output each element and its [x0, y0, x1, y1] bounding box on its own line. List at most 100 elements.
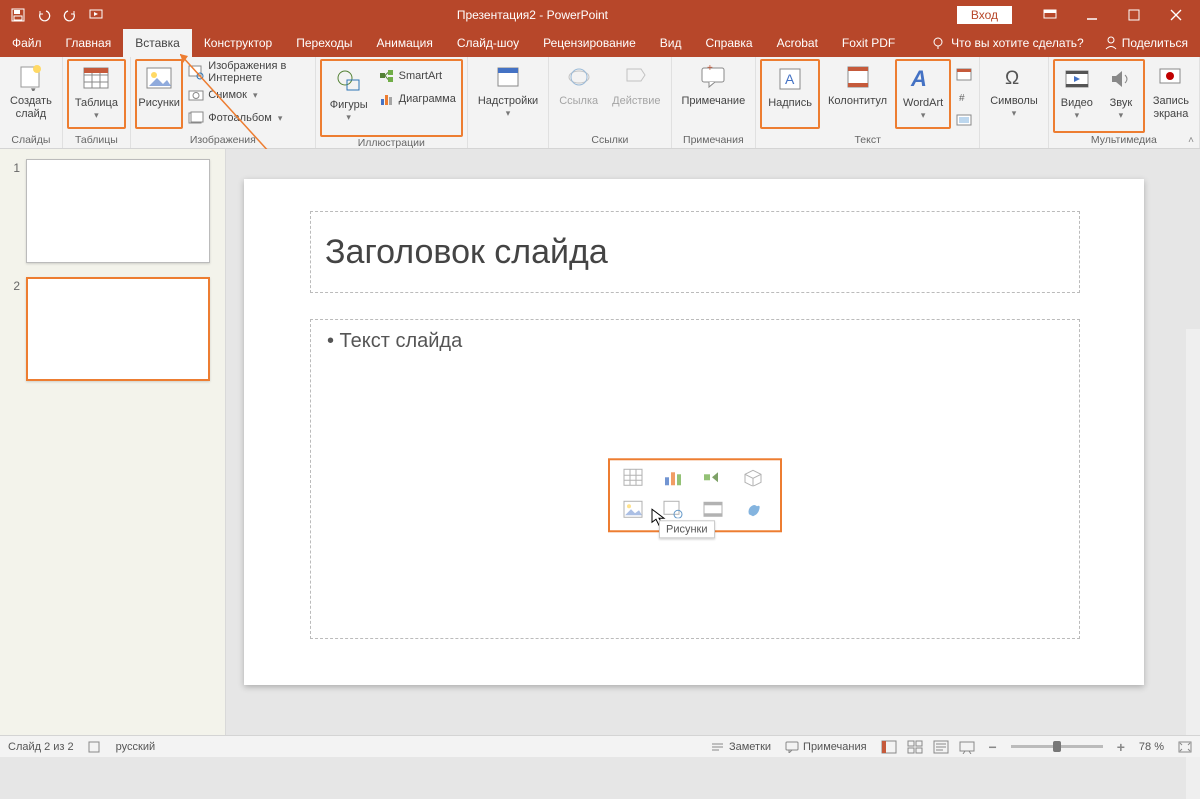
tab-home[interactable]: Главная — [54, 29, 124, 57]
tab-file[interactable]: Файл — [0, 29, 54, 57]
tab-slideshow[interactable]: Слайд-шоу — [445, 29, 531, 57]
group-images-label: Изображения — [135, 134, 311, 147]
tab-review[interactable]: Рецензирование — [531, 29, 648, 57]
date-button[interactable] — [953, 63, 975, 85]
camera-icon — [188, 87, 204, 103]
insert-icon-icon[interactable] — [740, 498, 766, 520]
wordart-button[interactable]: A WordArt ▾ — [895, 59, 951, 129]
online-picture-icon — [188, 64, 204, 80]
slide-thumbnails-panel: 1 2 — [0, 149, 226, 735]
slide-thumbnail-2[interactable] — [26, 277, 210, 381]
wordart-icon: A — [907, 63, 939, 95]
video-button[interactable]: Видео ▾ — [1055, 61, 1099, 131]
tab-insert[interactable]: Вставка — [123, 29, 192, 57]
zoom-level[interactable]: 78 % — [1139, 741, 1164, 753]
vertical-scrollbar[interactable] — [1186, 329, 1200, 799]
ribbon-display-icon[interactable] — [1030, 1, 1070, 29]
svg-text:#: # — [959, 93, 965, 104]
insert-table-icon[interactable] — [620, 466, 646, 488]
redo-icon[interactable] — [58, 3, 82, 27]
photo-album-button[interactable]: Фотоальбом▾ — [185, 107, 310, 129]
title-placeholder[interactable]: Заголовок слайда — [310, 211, 1080, 293]
svg-text:A: A — [785, 71, 795, 87]
thumb-number: 2 — [6, 277, 20, 381]
shapes-button[interactable]: Фигуры ▾ — [324, 63, 374, 133]
insert-video-icon[interactable] — [700, 498, 726, 520]
tab-help[interactable]: Справка — [693, 29, 764, 57]
zoom-out-button[interactable]: − — [989, 739, 997, 755]
sorter-view-icon[interactable] — [907, 740, 923, 754]
addins-button[interactable]: Надстройки ▾ — [472, 59, 544, 129]
speaker-icon — [1105, 63, 1137, 95]
svg-text:Ω: Ω — [1005, 68, 1019, 89]
textbox-button[interactable]: A Надпись — [760, 59, 820, 129]
insert-picture-icon[interactable] — [620, 498, 646, 520]
symbols-button[interactable]: Ω Символы ▾ — [984, 59, 1044, 129]
insert-smartart-icon[interactable] — [700, 466, 726, 488]
tab-design[interactable]: Конструктор — [192, 29, 284, 57]
screen-recording-button[interactable]: Запись экрана — [1147, 59, 1195, 129]
new-slide-icon: ▾ — [15, 61, 47, 93]
tellme-search[interactable]: Что вы хотите сделать? — [931, 36, 1084, 50]
comment-small-icon — [785, 741, 799, 753]
link-button: Ссылка — [553, 59, 604, 129]
thumb-number: 1 — [6, 159, 20, 263]
headerfooter-icon — [842, 61, 874, 93]
content-placeholder-palette: Рисунки — [608, 458, 782, 532]
comment-button[interactable]: + Примечание — [676, 59, 752, 129]
video-icon — [1061, 63, 1093, 95]
zoom-slider[interactable] — [1011, 745, 1103, 748]
normal-view-icon[interactable] — [881, 740, 897, 754]
group-comments-label: Примечания — [676, 134, 752, 147]
tab-transitions[interactable]: Переходы — [284, 29, 364, 57]
online-pictures-button[interactable]: Изображения в Интернете — [185, 61, 310, 83]
tab-foxit[interactable]: Foxit PDF — [830, 29, 907, 57]
link-icon — [563, 61, 595, 93]
body-placeholder[interactable]: • Текст слайда Рисунки — [310, 319, 1080, 639]
group-text-label: Текст — [760, 134, 975, 147]
signin-button[interactable]: Вход — [957, 6, 1012, 24]
minimize-icon[interactable] — [1072, 1, 1112, 29]
zoom-in-button[interactable]: + — [1117, 739, 1125, 755]
object-button[interactable] — [953, 109, 975, 131]
spellcheck-icon[interactable] — [88, 741, 102, 753]
smartart-button[interactable]: SmartArt — [376, 65, 459, 87]
comments-button[interactable]: Примечания — [785, 741, 867, 753]
action-button: Действие — [606, 59, 666, 129]
tab-view[interactable]: Вид — [648, 29, 694, 57]
shapes-icon — [333, 65, 365, 97]
chart-button[interactable]: Диаграмма — [376, 88, 459, 110]
close-icon[interactable] — [1156, 1, 1196, 29]
screenshot-button[interactable]: Снимок▾ — [185, 84, 310, 106]
table-button[interactable]: Таблица ▾ — [67, 59, 126, 129]
undo-icon[interactable] — [32, 3, 56, 27]
share-button[interactable]: Поделиться — [1104, 36, 1188, 50]
startshow-icon[interactable] — [84, 3, 108, 27]
language-indicator[interactable]: русский — [116, 741, 155, 753]
person-icon — [1104, 36, 1118, 50]
new-slide-button[interactable]: ▾ Создать слайд — [4, 59, 58, 129]
insert-chart-icon[interactable] — [660, 466, 686, 488]
tab-acrobat[interactable]: Acrobat — [765, 29, 830, 57]
slide-thumbnail-1[interactable] — [26, 159, 210, 263]
slidenum-button[interactable]: # — [953, 86, 975, 108]
slideshow-view-icon[interactable] — [959, 740, 975, 754]
table-icon — [80, 63, 112, 95]
album-icon — [188, 110, 204, 126]
window-title: Презентация2 - PowerPoint — [108, 8, 957, 22]
fit-window-icon[interactable] — [1178, 741, 1192, 753]
title-text: Заголовок слайда — [325, 233, 608, 272]
tab-animation[interactable]: Анимация — [365, 29, 445, 57]
comment-icon: + — [697, 61, 729, 93]
reading-view-icon[interactable] — [933, 740, 949, 754]
number-icon: # — [956, 89, 972, 105]
save-icon[interactable] — [6, 3, 30, 27]
headerfooter-button[interactable]: Колонтитул — [822, 59, 893, 129]
pictures-button[interactable]: Рисунки — [135, 59, 183, 129]
maximize-icon[interactable] — [1114, 1, 1154, 29]
notes-button[interactable]: Заметки — [711, 741, 771, 753]
insert-3dmodel-icon[interactable] — [740, 466, 766, 488]
collapse-ribbon-icon[interactable]: ˄ — [1188, 135, 1194, 146]
slide-canvas[interactable]: Заголовок слайда • Текст слайда — [244, 179, 1144, 685]
audio-button[interactable]: Звук ▾ — [1099, 61, 1143, 131]
